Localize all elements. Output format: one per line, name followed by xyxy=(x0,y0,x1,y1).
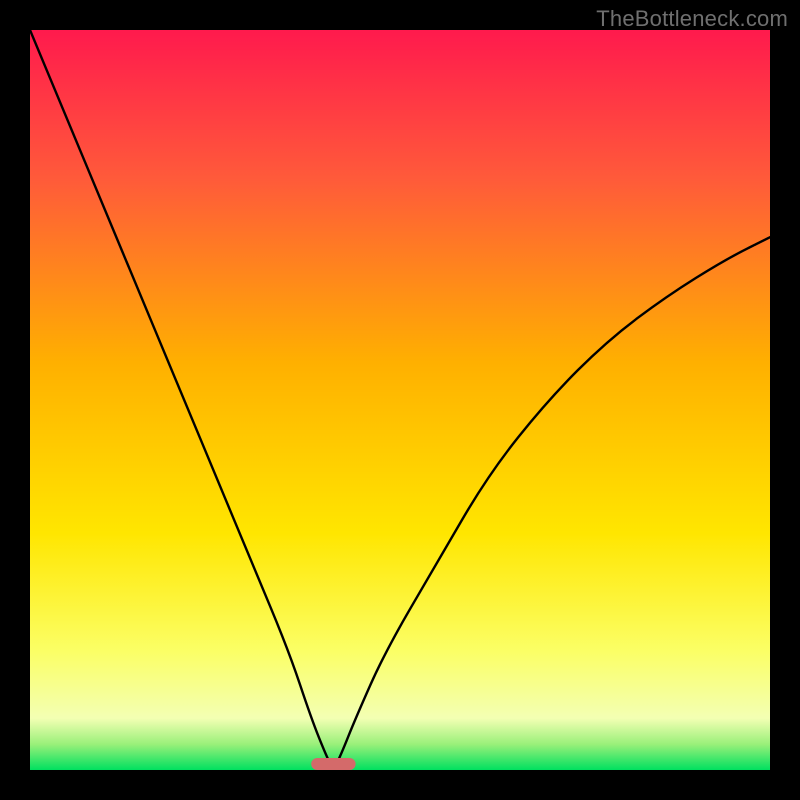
chart-svg xyxy=(30,30,770,770)
plot-area xyxy=(30,30,770,770)
watermark-text: TheBottleneck.com xyxy=(596,6,788,32)
chart-frame: TheBottleneck.com xyxy=(0,0,800,800)
min-marker xyxy=(311,758,355,770)
gradient-background xyxy=(30,30,770,770)
